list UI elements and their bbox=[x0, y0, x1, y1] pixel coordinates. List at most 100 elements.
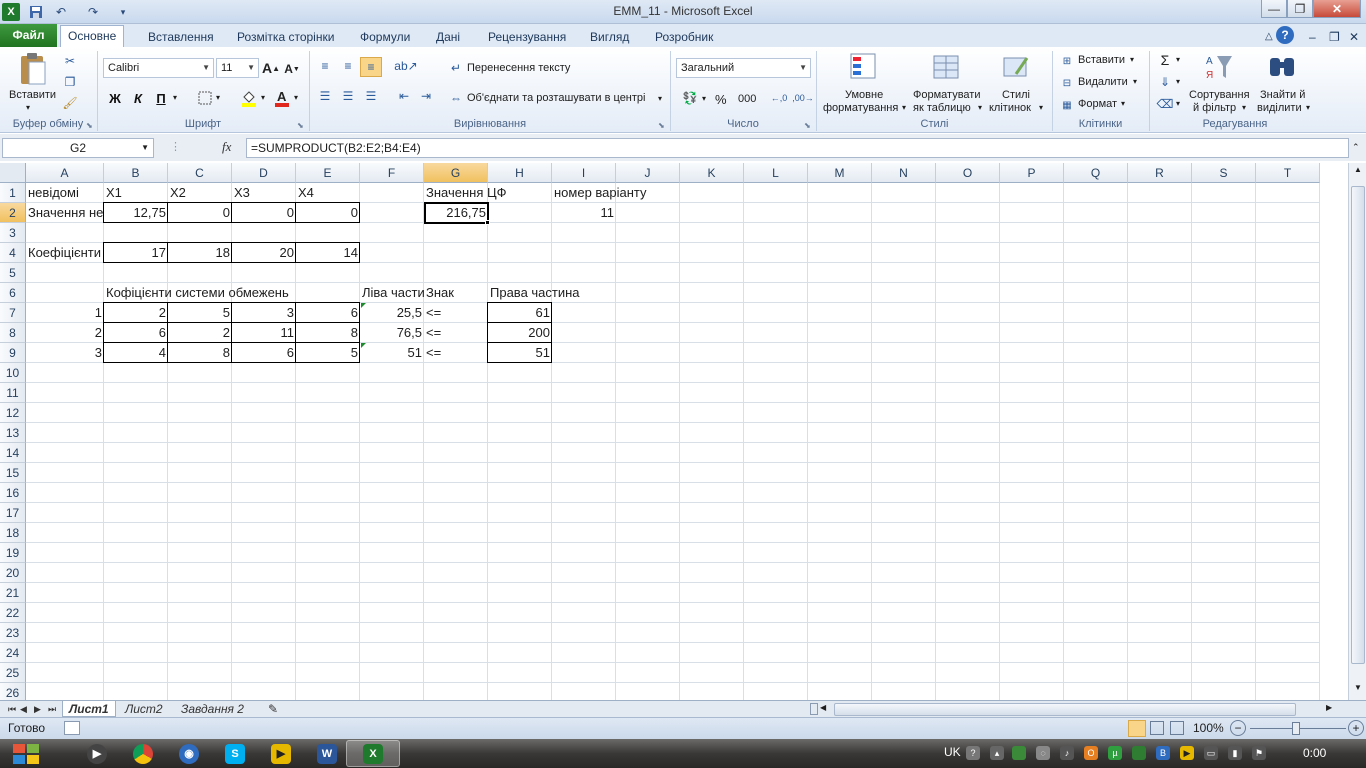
column-header-E[interactable]: E bbox=[296, 163, 360, 183]
align-bottom-icon[interactable]: ≡ bbox=[360, 57, 382, 77]
wrap-text-icon[interactable]: ↵ bbox=[448, 60, 464, 76]
bold-button[interactable]: Ж bbox=[107, 89, 123, 107]
cell-D7[interactable]: 3 bbox=[232, 303, 296, 323]
decrease-decimal-icon[interactable]: ,00→ bbox=[792, 89, 814, 107]
cell-H6[interactable]: Права частина bbox=[488, 283, 936, 303]
cell-H9[interactable]: 51 bbox=[488, 343, 552, 363]
tray-opera-icon[interactable]: O bbox=[1084, 746, 1098, 760]
format-cells-dropdown-icon[interactable]: ▾ bbox=[1121, 99, 1125, 108]
decrease-indent-icon[interactable]: ⇤ bbox=[395, 87, 413, 105]
borders-dropdown-icon[interactable]: ▾ bbox=[216, 93, 220, 102]
conditional-formatting-label-1[interactable]: Умовне bbox=[845, 89, 883, 101]
tab-data[interactable]: Дані bbox=[429, 27, 467, 47]
cell-E8[interactable]: 8 bbox=[296, 323, 360, 343]
format-as-table-label-1[interactable]: Форматувати bbox=[913, 89, 980, 101]
row-header-9[interactable]: 9 bbox=[0, 343, 26, 363]
cell-D4[interactable]: 20 bbox=[232, 243, 296, 263]
shrink-font-icon[interactable]: A ▼ bbox=[284, 61, 300, 77]
font-launcher-icon[interactable]: ⬊ bbox=[297, 121, 304, 130]
cell-A9[interactable]: 3 bbox=[26, 343, 104, 363]
scroll-left-arrow-icon[interactable]: ◀ bbox=[820, 703, 830, 715]
fill-dropdown-icon[interactable]: ▾ bbox=[1176, 77, 1180, 86]
cell-G1[interactable]: Значення ЦФ bbox=[424, 183, 552, 203]
column-header-L[interactable]: L bbox=[744, 163, 808, 183]
conditional-formatting-dropdown-icon[interactable]: ▾ bbox=[902, 103, 906, 112]
borders-icon[interactable] bbox=[197, 90, 213, 106]
cell-B9[interactable]: 4 bbox=[104, 343, 168, 363]
language-indicator[interactable]: UK bbox=[944, 745, 961, 759]
row-header-11[interactable]: 11 bbox=[0, 383, 26, 403]
active-cell-cursor[interactable] bbox=[424, 202, 489, 224]
tray-display-icon[interactable]: ▭ bbox=[1204, 746, 1218, 760]
cell-G7[interactable]: <= bbox=[424, 303, 488, 323]
page-break-view-icon[interactable] bbox=[1170, 721, 1184, 735]
tab-page-layout[interactable]: Розмітка сторінки bbox=[230, 27, 341, 47]
fill-icon[interactable]: ⇓ bbox=[1157, 74, 1173, 90]
minimize-button[interactable]: — bbox=[1261, 0, 1287, 18]
clock[interactable]: 0:00 bbox=[1303, 746, 1326, 760]
tab-split-handle[interactable] bbox=[810, 703, 818, 715]
cell-B4[interactable]: 17 bbox=[104, 243, 168, 263]
cell-C9[interactable]: 8 bbox=[168, 343, 232, 363]
page-layout-view-icon[interactable] bbox=[1150, 721, 1164, 735]
column-header-H[interactable]: H bbox=[488, 163, 552, 183]
tray-b-icon[interactable]: B bbox=[1156, 746, 1170, 760]
help-icon[interactable]: ? bbox=[1276, 26, 1294, 44]
italic-button[interactable]: К bbox=[130, 89, 146, 107]
column-header-J[interactable]: J bbox=[616, 163, 680, 183]
merge-dropdown-icon[interactable]: ▾ bbox=[658, 94, 662, 103]
column-header-Q[interactable]: Q bbox=[1064, 163, 1128, 183]
doc-close-icon[interactable]: ✕ bbox=[1342, 27, 1366, 47]
cell-styles-label-1[interactable]: Стилі bbox=[1002, 89, 1030, 101]
normal-view-icon[interactable] bbox=[1128, 720, 1146, 737]
column-header-D[interactable]: D bbox=[232, 163, 296, 183]
insert-cells-dropdown-icon[interactable]: ▾ bbox=[1130, 55, 1134, 64]
column-header-M[interactable]: M bbox=[808, 163, 872, 183]
tab-developer[interactable]: Розробник bbox=[648, 27, 720, 47]
row-header-2[interactable]: 2 bbox=[0, 203, 26, 223]
orientation-icon[interactable]: ab↗ bbox=[394, 57, 417, 75]
align-top-icon[interactable]: ≡ bbox=[316, 57, 334, 75]
tray-app-icon[interactable] bbox=[1012, 746, 1026, 760]
format-as-table-label-2[interactable]: як таблицю bbox=[913, 102, 971, 114]
increase-decimal-icon[interactable]: ←,0 bbox=[768, 89, 790, 107]
cell-A7[interactable]: 1 bbox=[26, 303, 104, 323]
copy-icon[interactable]: ❐ bbox=[62, 74, 78, 90]
row-header-10[interactable]: 10 bbox=[0, 363, 26, 383]
scroll-right-arrow-icon[interactable]: ▶ bbox=[1326, 703, 1336, 715]
cell-F8[interactable]: 76,5 bbox=[360, 323, 424, 343]
fill-color-icon[interactable] bbox=[240, 88, 258, 108]
paste-button[interactable]: Вставити bbox=[9, 89, 56, 101]
fill-color-dropdown-icon[interactable]: ▾ bbox=[261, 93, 265, 102]
format-cells-icon[interactable]: ▦ bbox=[1059, 98, 1075, 112]
cell-A4[interactable]: Коефіцієнти ЦФ bbox=[26, 243, 104, 263]
vertical-scrollbar[interactable]: ▲ ▼ bbox=[1348, 163, 1366, 700]
row-header-17[interactable]: 17 bbox=[0, 503, 26, 523]
underline-dropdown-icon[interactable]: ▾ bbox=[173, 93, 177, 102]
column-header-O[interactable]: O bbox=[936, 163, 1000, 183]
align-left-icon[interactable]: ☰ bbox=[316, 87, 334, 105]
merge-center-button[interactable]: Об'єднати та розташувати в центрі bbox=[467, 92, 645, 104]
paste-icon[interactable] bbox=[16, 51, 50, 87]
tray-network-icon[interactable]: ◌ bbox=[1036, 746, 1050, 760]
cell-E7[interactable]: 6 bbox=[296, 303, 360, 323]
format-as-table-icon[interactable] bbox=[931, 51, 963, 83]
taskbar-excel[interactable]: X bbox=[346, 740, 400, 767]
vertical-scroll-thumb[interactable] bbox=[1351, 186, 1365, 664]
clear-icon[interactable]: ⌫ bbox=[1157, 96, 1174, 112]
column-header-A[interactable]: A bbox=[26, 163, 104, 183]
tray-green-icon[interactable] bbox=[1132, 746, 1146, 760]
row-header-22[interactable]: 22 bbox=[0, 603, 26, 623]
cell-H7[interactable]: 61 bbox=[488, 303, 552, 323]
increase-indent-icon[interactable]: ⇥ bbox=[417, 87, 435, 105]
insert-sheet-icon[interactable]: ✎ bbox=[262, 701, 284, 717]
tab-review[interactable]: Рецензування bbox=[481, 27, 573, 47]
formula-input[interactable]: =SUMPRODUCT(B2:E2;B4:E4) bbox=[246, 138, 1349, 158]
zoom-out-icon[interactable]: − bbox=[1230, 720, 1246, 736]
delete-cells-button[interactable]: Видалити bbox=[1078, 76, 1128, 88]
autosum-dropdown-icon[interactable]: ▾ bbox=[1176, 55, 1180, 64]
column-header-I[interactable]: I bbox=[552, 163, 616, 183]
tab-view[interactable]: Вигляд bbox=[583, 27, 636, 47]
tab-insert[interactable]: Вставлення bbox=[141, 27, 221, 47]
tray-help-icon[interactable]: ? bbox=[966, 746, 980, 760]
